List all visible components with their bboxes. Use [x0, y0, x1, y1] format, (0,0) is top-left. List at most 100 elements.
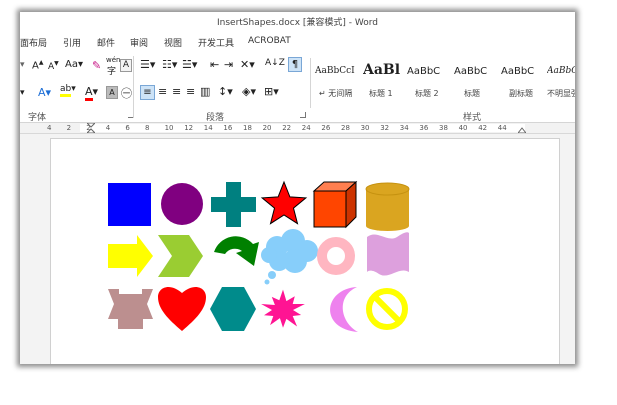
justify-icon[interactable]: ≡: [186, 85, 195, 98]
tab-view[interactable]: 视图: [164, 36, 182, 49]
tab-page-layout[interactable]: 面布局: [20, 36, 47, 49]
can-shape[interactable]: [365, 182, 410, 231]
show-marks-icon[interactable]: ¶: [288, 57, 302, 72]
numbering-icon[interactable]: ☷▾: [162, 58, 177, 71]
can-top: [365, 182, 410, 196]
align-right-icon[interactable]: ≡: [172, 85, 181, 98]
horizontal-ruler[interactable]: 4 2 2 4 6 8 10 12 14 16 18 20 22 24 26 28 30 32 34 36 38 40 42…: [20, 123, 575, 134]
borders-icon[interactable]: ⊞▾: [264, 85, 279, 98]
font-color-label: A: [85, 85, 93, 101]
style-name: 副标题: [509, 89, 533, 98]
clear-format-icon[interactable]: ✎: [92, 59, 101, 72]
cube-shape[interactable]: [312, 180, 358, 229]
styles-gallery: AaBbCcI ↵ 无间隔 AaBl 标题 1 AaBbC 标题 2 AaBbC…: [310, 58, 575, 108]
align-center-icon[interactable]: ≡: [158, 85, 167, 98]
style-preview: AaBbCc: [547, 66, 575, 76]
ruler-number: 22: [282, 124, 292, 132]
no-symbol-bar: [371, 293, 403, 325]
phonetic-guide-button[interactable]: wén: [106, 56, 120, 64]
bullets-icon[interactable]: ☰▾: [140, 58, 155, 71]
text-effects-label: A: [38, 86, 46, 99]
cloud-tail-dot: [264, 279, 270, 285]
char-border-button[interactable]: A: [120, 59, 132, 72]
shrink-font-button[interactable]: A▼: [48, 60, 59, 72]
styles-group-label: 样式: [463, 113, 482, 123]
cloud-callout-shape[interactable]: [261, 229, 318, 285]
no-symbol-shape[interactable]: [366, 288, 408, 330]
tab-acrobat[interactable]: ACROBAT: [248, 36, 291, 46]
style-subtitle[interactable]: AaBbC 副标题: [501, 58, 546, 106]
ruler-number: 44: [497, 124, 507, 132]
style-no-spacing[interactable]: AaBbCcI ↵ 无间隔: [315, 58, 360, 106]
paragraph-group-label: 段落: [206, 113, 225, 123]
circle-shape[interactable]: [161, 183, 203, 225]
word-window: InsertShapes.docx [兼容模式] - Word 面布局 引用 邮…: [20, 12, 575, 364]
style-name: ↵ 无间隔: [319, 89, 353, 98]
sort-label: A↓Z: [265, 58, 285, 68]
square-shape[interactable]: [108, 183, 151, 226]
phonetic-guide-label: wén: [106, 56, 121, 64]
char-shading-button[interactable]: A: [106, 86, 118, 99]
enclose-chars-icon[interactable]: ㊀: [121, 85, 132, 101]
group-divider: [133, 56, 134, 118]
font-dropdown-icon[interactable]: ▾: [20, 88, 25, 98]
style-title[interactable]: AaBbC 标题: [454, 58, 499, 106]
hexagon-shape[interactable]: [210, 287, 256, 331]
text-effects-button[interactable]: A▾: [38, 86, 51, 99]
wave-shape[interactable]: [367, 232, 409, 276]
paragraph-dialog-launcher-icon[interactable]: [300, 112, 306, 118]
tab-mailings[interactable]: 邮件: [97, 36, 115, 49]
grow-font-button[interactable]: A▲: [32, 59, 43, 71]
ruler-number: 32: [380, 124, 390, 132]
line-spacing-icon[interactable]: ↕▾: [218, 85, 233, 98]
shading-icon[interactable]: ◈▾: [242, 85, 256, 98]
chinese-layout-icon[interactable]: ✕▾: [240, 58, 255, 71]
distributed-icon[interactable]: ▥: [200, 85, 210, 98]
tab-review[interactable]: 审阅: [130, 36, 148, 49]
font-size-dropdown-icon[interactable]: ▾: [20, 60, 25, 70]
shapes-canvas: [108, 180, 410, 332]
style-heading-2[interactable]: AaBbC 标题 2: [407, 58, 452, 106]
tab-references[interactable]: 引用: [63, 36, 81, 49]
chevron-shape[interactable]: [158, 235, 203, 277]
moon-shape[interactable]: [330, 287, 358, 332]
curved-arrow-shape[interactable]: [214, 236, 259, 266]
font-group-label: 字体: [28, 113, 47, 123]
cloud-puff: [261, 247, 277, 263]
ruler-number: 30: [360, 124, 370, 132]
char-shading-label: A: [109, 88, 115, 97]
ruler-number: 10: [164, 124, 174, 132]
ruler-number: 4: [105, 124, 111, 132]
ribbon-tabs: 面布局 引用 邮件 审阅 视图 开发工具 ACROBAT: [20, 32, 575, 49]
ruler-number: 20: [262, 124, 272, 132]
increase-indent-icon[interactable]: ⇥: [224, 58, 233, 71]
ruler-number: 40: [458, 124, 468, 132]
ruler-number: 26: [321, 124, 331, 132]
document-page[interactable]: [50, 138, 560, 364]
first-line-indent-marker-icon[interactable]: [87, 123, 95, 133]
font-color-button[interactable]: A▾: [85, 85, 98, 101]
tab-developer[interactable]: 开发工具: [198, 36, 234, 49]
ruler-number: 24: [301, 124, 311, 132]
donut-shape[interactable]: [317, 237, 355, 275]
right-arrow-shape[interactable]: [108, 235, 153, 277]
star-shape[interactable]: [260, 180, 308, 225]
highlight-button[interactable]: ab▾: [60, 84, 76, 97]
ribbon-shape[interactable]: [108, 289, 153, 329]
ruler-number: 14: [203, 124, 213, 132]
ruler-number: 12: [184, 124, 194, 132]
style-heading-1[interactable]: AaBl 标题 1: [363, 58, 405, 106]
multilevel-list-icon[interactable]: ☱▾: [182, 58, 197, 71]
decrease-indent-icon[interactable]: ⇤: [210, 58, 219, 71]
explosion-shape[interactable]: [261, 289, 305, 328]
style-subtle-emphasis[interactable]: AaBbCc 不明显强: [547, 58, 575, 106]
ruler-number: 4: [47, 124, 52, 132]
right-indent-marker-icon[interactable]: [518, 123, 526, 133]
style-name: 不明显强: [547, 89, 575, 98]
sort-button[interactable]: A↓Z: [265, 58, 285, 68]
change-case-button[interactable]: Aa▾: [65, 59, 83, 70]
grow-font-label: A: [32, 60, 39, 72]
align-left-icon[interactable]: ≡: [140, 85, 155, 100]
heart-shape[interactable]: [158, 287, 206, 331]
plus-shape[interactable]: [211, 182, 256, 227]
